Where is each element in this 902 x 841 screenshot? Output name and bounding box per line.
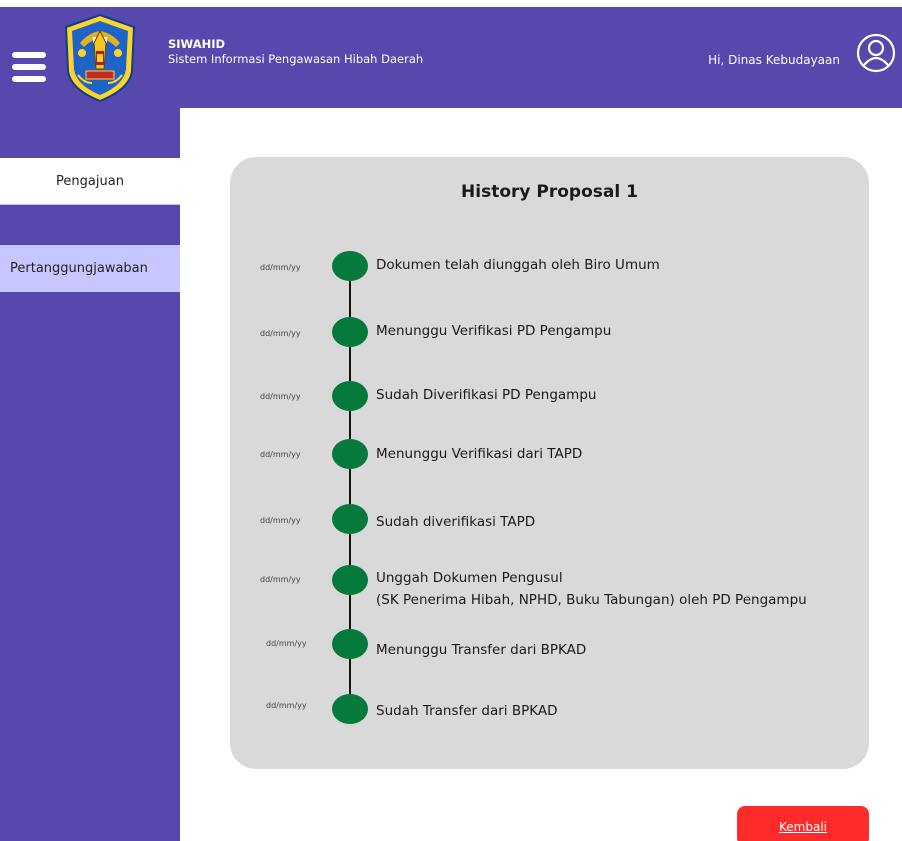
- timeline-date: dd/mm/yy: [260, 450, 301, 459]
- timeline-dot: [332, 439, 368, 469]
- timeline-date: dd/mm/yy: [266, 701, 307, 710]
- timeline-date: dd/mm/yy: [266, 639, 307, 648]
- timeline-status: Menunggu Verifikasi PD Pengampu: [376, 323, 612, 339]
- timeline-date: dd/mm/yy: [260, 392, 301, 401]
- app-title: SIWAHID Sistem Informasi Pengawasan Hiba…: [168, 37, 423, 67]
- timeline-dot: [332, 317, 368, 347]
- timeline-dot: [332, 381, 368, 411]
- timeline-status: Menunggu Transfer dari BPKAD: [376, 642, 587, 658]
- back-button[interactable]: Kembali: [737, 806, 869, 841]
- sidebar-item-pertanggungjawaban[interactable]: Pertanggungjawaban: [0, 245, 180, 292]
- app-subtitle: Sistem Informasi Pengawasan Hibah Daerah: [168, 52, 424, 66]
- timeline-dot: [332, 504, 368, 534]
- sidebar-item-pengajuan[interactable]: Pengajuan: [0, 158, 180, 205]
- hamburger-menu-icon[interactable]: [12, 52, 46, 82]
- timeline-date: dd/mm/yy: [260, 329, 301, 338]
- timeline-date: dd/mm/yy: [260, 516, 301, 525]
- timeline-status: Menunggu Verifikasi dari TAPD: [376, 446, 583, 462]
- history-card: History Proposal 1 dd/mm/yy Dokumen tela…: [230, 157, 869, 769]
- user-greeting: Hi, Dinas Kebudayaan: [708, 53, 840, 67]
- timeline-date: dd/mm/yy: [260, 263, 301, 272]
- top-bar: SIWAHID Sistem Informasi Pengawasan Hiba…: [0, 7, 902, 108]
- app-name: SIWAHID: [168, 37, 226, 51]
- timeline-dot: [332, 629, 368, 659]
- timeline-status: Dokumen telah diunggah oleh Biro Umum: [376, 257, 660, 273]
- timeline-dot: [332, 565, 368, 595]
- timeline-dot: [332, 694, 368, 724]
- sidebar: Pengajuan Pertanggungjawaban: [0, 108, 180, 841]
- timeline-dot: [332, 251, 368, 281]
- timeline-status: Sudah diverifikasi TAPD: [376, 514, 536, 530]
- emblem-logo: [64, 13, 136, 103]
- timeline-status: Unggah Dokumen Pengusul: [376, 570, 563, 586]
- history-title: History Proposal 1: [461, 182, 638, 202]
- timeline-date: dd/mm/yy: [260, 575, 301, 584]
- user-profile-icon[interactable]: [856, 33, 896, 73]
- timeline-status: Sudah Diverifikasi PD Pengampu: [376, 387, 597, 403]
- timeline-status: Sudah Transfer dari BPKAD: [376, 703, 558, 719]
- timeline-status-detail: (SK Penerima Hibah, NPHD, Buku Tabungan)…: [376, 592, 807, 608]
